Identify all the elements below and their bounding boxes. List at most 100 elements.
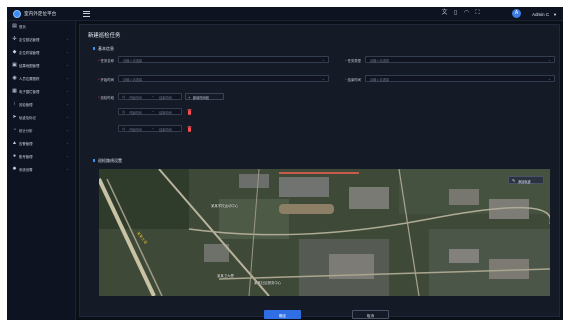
range-separator: ~ bbox=[152, 110, 154, 115]
bell-icon[interactable]: ◠ bbox=[463, 10, 470, 17]
pie-chart-icon: ◔ bbox=[12, 126, 17, 133]
range-separator: ~ bbox=[152, 95, 154, 100]
sidebar-item-label: 统计分析 bbox=[19, 129, 33, 133]
sidebar: ▤ 首页 ✣ 定位基站管理 ⌄ ◆ 定位终端管理 ⌄ ▣ 结果地图管理 ⌄ ◉ … bbox=[7, 21, 76, 320]
map-imagery bbox=[99, 169, 550, 296]
task-name-select[interactable]: 请输入请选择 ⌄ bbox=[118, 56, 329, 63]
start-date-picker[interactable]: 请输入请选择 ⌄ bbox=[118, 75, 329, 82]
sidebar-item-label: 结果地图管理 bbox=[19, 64, 40, 68]
draw-route-button[interactable]: ✎ 添加轨迹 bbox=[508, 176, 544, 184]
sidebar-item-alarm[interactable]: ▲ 告警管理 ⌄ bbox=[7, 138, 76, 148]
fullscreen-icon[interactable]: ⛶ bbox=[474, 10, 481, 17]
sidebar-item-person-tracking[interactable]: ◉ 人员位置跟踪 ⌄ bbox=[7, 73, 76, 83]
sidebar-item-label: 定位基站管理 bbox=[19, 38, 40, 42]
time-range-picker[interactable]: ◷ 开始时间 ~ 结束时间 bbox=[118, 93, 182, 100]
tag-icon: ◆ bbox=[12, 48, 17, 55]
page-title: 新建巡检任务 bbox=[88, 33, 121, 39]
sidebar-item-label: 首页 bbox=[19, 25, 26, 29]
chevron-down-icon: ⌄ bbox=[66, 140, 70, 145]
start-date-label: *开始时间 bbox=[98, 78, 114, 82]
menu-toggle-icon[interactable] bbox=[83, 10, 90, 18]
home-icon: ▤ bbox=[12, 22, 17, 29]
map-place-label: 某某卫大厦 bbox=[217, 274, 234, 278]
sidebar-item-inspection[interactable]: ⁝ 巡检管理 ⌄ bbox=[7, 99, 76, 109]
chevron-down-icon: ⌄ bbox=[66, 114, 70, 119]
map-icon: ▣ bbox=[12, 61, 17, 68]
chevron-down-icon: ⌄ bbox=[66, 101, 70, 106]
app-title: 室内外定位平台 bbox=[24, 11, 57, 16]
chevron-down-icon: ⌄ bbox=[66, 36, 70, 41]
cancel-label: 取消 bbox=[366, 313, 375, 318]
sidebar-item-label: 账号管理 bbox=[19, 155, 33, 159]
time-range-picker[interactable]: ◷ 开始时间 ~ 结束时间 bbox=[118, 125, 182, 132]
main-panel: 新建巡检任务 基本信息 *任务名称 请输入请选择 ⌄ *任务类型 请输入请选择 … bbox=[79, 24, 560, 319]
alarm-icon: ▲ bbox=[12, 139, 17, 146]
chevron-down-icon: ⌄ bbox=[547, 77, 551, 81]
sidebar-item-label: 人员位置跟踪 bbox=[19, 77, 40, 81]
user-icon: ● bbox=[12, 152, 17, 159]
add-time-range-label: 新增时间段 bbox=[193, 96, 209, 101]
draw-route-label: 添加轨迹 bbox=[518, 180, 531, 184]
sidebar-item-map[interactable]: ▣ 结果地图管理 ⌄ bbox=[7, 60, 76, 70]
sidebar-item-base-station[interactable]: ✣ 定位基站管理 ⌄ bbox=[7, 34, 76, 44]
sidebar-item-label: 系统设置 bbox=[19, 168, 33, 172]
sidebar-item-settings[interactable]: ✹ 系统设置 ⌄ bbox=[7, 164, 76, 174]
clock-icon: ◷ bbox=[122, 110, 126, 114]
header-tools: 文 ▯ ◠ ⛶ bbox=[441, 10, 481, 17]
end-date-label: *结束时间 bbox=[345, 78, 361, 82]
chevron-down-icon: ⌄ bbox=[66, 166, 70, 171]
task-type-select[interactable]: 请输入请选择 ⌄ bbox=[365, 56, 555, 63]
sidebar-item-statistics[interactable]: ◔ 统计分析 ⌄ bbox=[7, 125, 76, 135]
delete-icon[interactable] bbox=[187, 126, 192, 132]
map-place-label: 某某学校运动中心 bbox=[211, 204, 239, 208]
satellite-map[interactable]: ✎ 添加轨迹 某某学校运动中心 某某卫大厦 某某社区服务中心 某某大道 bbox=[99, 169, 550, 296]
start-date-placeholder: 请输入请选择 bbox=[123, 78, 143, 83]
section-title-route: 巡检路线设置 bbox=[93, 158, 122, 163]
avatar[interactable]: A bbox=[512, 9, 521, 18]
patrol-time-label: *巡检时段 bbox=[98, 96, 114, 100]
chevron-down-icon: ⌄ bbox=[66, 127, 70, 132]
fence-icon: ▦ bbox=[12, 87, 17, 94]
sidebar-item-account[interactable]: ● 账号管理 ⌄ bbox=[7, 151, 76, 161]
pen-icon: ✎ bbox=[512, 178, 516, 183]
chevron-down-icon: ⌄ bbox=[66, 153, 70, 158]
translate-icon[interactable]: 文 bbox=[441, 10, 448, 17]
confirm-button[interactable]: 确定 bbox=[264, 310, 301, 319]
confirm-label: 确定 bbox=[278, 313, 287, 318]
end-date-picker[interactable]: 请输入请选择 ⌄ bbox=[365, 75, 555, 82]
range-start: 开始时间 bbox=[129, 111, 142, 116]
chevron-down-icon: ⌄ bbox=[66, 49, 70, 54]
range-end: 结束时间 bbox=[159, 128, 172, 133]
caret-down-icon[interactable]: ▼ bbox=[553, 12, 557, 17]
app-window: 室内外定位平台 文 ▯ ◠ ⛶ A Admin C ▼ ▤ 首页 ✣ 定位基站管… bbox=[7, 7, 563, 320]
range-separator: ~ bbox=[152, 127, 154, 132]
sidebar-item-track[interactable]: ➤ 轨迹及标记 ⌄ bbox=[7, 112, 76, 122]
sidebar-item-fence[interactable]: ▦ 电子围栏管理 ⌄ bbox=[7, 86, 76, 96]
document-icon[interactable]: ▯ bbox=[452, 10, 459, 17]
map-place-label: 某某社区服务中心 bbox=[254, 281, 282, 285]
top-bar: 室内外定位平台 文 ▯ ◠ ⛶ A Admin C ▼ bbox=[7, 7, 563, 21]
end-date-placeholder: 请输入请选择 bbox=[370, 78, 390, 83]
chevron-down-icon: ⌄ bbox=[66, 88, 70, 93]
section-title-basic: 基本信息 bbox=[93, 46, 114, 51]
clock-icon: ◷ bbox=[122, 95, 126, 99]
time-range-picker[interactable]: ◷ 开始时间 ~ 结束时间 bbox=[118, 108, 182, 115]
user-name[interactable]: Admin C bbox=[532, 12, 549, 17]
sidebar-item-label: 定位终端管理 bbox=[19, 51, 40, 55]
chevron-down-icon: ⌄ bbox=[321, 77, 325, 81]
sidebar-item-label: 轨迹及标记 bbox=[19, 116, 36, 120]
antenna-icon: ✣ bbox=[12, 35, 17, 42]
add-time-range-button[interactable]: + 新增时间段 bbox=[185, 93, 224, 100]
cancel-button[interactable]: 取消 bbox=[352, 310, 389, 319]
gear-icon: ✹ bbox=[12, 165, 17, 172]
sidebar-item-home[interactable]: ▤ 首页 bbox=[7, 21, 76, 31]
task-type-placeholder: 请输入请选择 bbox=[370, 59, 390, 64]
task-name-label: *任务名称 bbox=[98, 59, 114, 63]
range-start: 开始时间 bbox=[129, 128, 142, 133]
plus-icon: + bbox=[188, 94, 191, 100]
inspection-icon: ⁝ bbox=[13, 100, 16, 107]
delete-icon[interactable] bbox=[187, 109, 192, 115]
range-end: 结束时间 bbox=[159, 96, 172, 101]
sidebar-item-terminal[interactable]: ◆ 定位终端管理 ⌄ bbox=[7, 47, 76, 57]
chevron-down-icon: ⌄ bbox=[321, 58, 325, 62]
